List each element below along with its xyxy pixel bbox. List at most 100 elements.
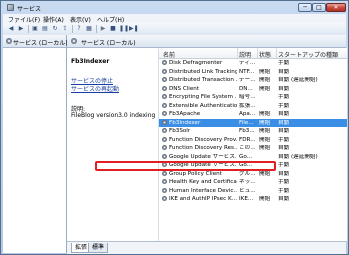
column-header-status[interactable]: 状態 bbox=[259, 50, 271, 59]
service-status: 開始 bbox=[259, 170, 271, 177]
service-startup-type: 自動 bbox=[278, 111, 290, 117]
service-name: IKE and AuthIP IPsec K... bbox=[169, 196, 237, 202]
service-startup-type: 自動 bbox=[278, 128, 290, 134]
gear-icon bbox=[162, 153, 167, 159]
service-description: ネッ... bbox=[239, 179, 256, 185]
service-row[interactable]: Fb3Apache Apa... 開始 自動 bbox=[159, 110, 347, 119]
refresh-icon[interactable]: ↻ bbox=[51, 25, 59, 33]
gear-icon bbox=[162, 170, 167, 176]
gear-icon bbox=[6, 38, 12, 44]
gear-icon bbox=[162, 68, 167, 74]
gear-icon bbox=[162, 94, 167, 99]
service-status: 開始 bbox=[259, 68, 271, 75]
column-divider[interactable] bbox=[257, 48, 258, 58]
service-status: 開始 bbox=[259, 136, 271, 143]
service-name: Group Policy Client bbox=[169, 170, 222, 177]
service-description: 暗号... bbox=[239, 94, 256, 100]
column-divider[interactable] bbox=[276, 48, 277, 58]
column-header-name[interactable]: 名前 bbox=[163, 50, 175, 59]
help-icon[interactable]: ? bbox=[75, 25, 83, 33]
service-status: 開始 bbox=[259, 128, 271, 134]
view-tabs: 拡張 標準 bbox=[67, 241, 346, 254]
service-name: Human Interface Devic... bbox=[169, 187, 237, 194]
window-title: サービス bbox=[17, 6, 42, 13]
close-button[interactable]: ✕ bbox=[326, 3, 346, 12]
service-row[interactable]: Distributed Link Tracking... NTF... 開始 自動 bbox=[159, 68, 347, 77]
back-arrow-icon[interactable]: ◀ bbox=[7, 25, 15, 33]
toolbar-separator bbox=[28, 25, 29, 33]
service-name: Fb3Solr bbox=[169, 128, 191, 134]
maximize-button[interactable]: □ bbox=[312, 3, 326, 12]
column-header-description[interactable]: 説明 bbox=[239, 50, 251, 59]
service-startup-type: 自動 bbox=[278, 170, 290, 177]
service-startup-type: 自動 bbox=[278, 68, 290, 75]
service-description: Fb3... bbox=[239, 128, 255, 134]
service-row[interactable]: DNS Client DN... 開始 自動 bbox=[159, 85, 347, 94]
service-description: IKE... bbox=[239, 196, 254, 202]
gear-icon bbox=[162, 60, 167, 65]
service-startup-type: 自動 (遅延開始) bbox=[278, 153, 318, 160]
service-description: 拡張... bbox=[239, 102, 256, 109]
stop-icon[interactable]: ■ bbox=[109, 25, 117, 33]
description-text: FileBlog version3.0 indexing server bbox=[71, 112, 157, 119]
service-name: Distributed Transaction ... bbox=[169, 77, 237, 83]
service-startup-type: 手動 bbox=[278, 102, 290, 109]
services-app-icon bbox=[7, 4, 14, 11]
tree-item-services-local[interactable]: サービス (ローカル) bbox=[3, 35, 68, 48]
service-description: Apa... bbox=[239, 111, 256, 117]
service-name: Fb3Indexer bbox=[169, 119, 201, 126]
gear-icon bbox=[162, 102, 167, 108]
selected-service-title: Fb3Indexer bbox=[71, 58, 110, 65]
service-description: Go... bbox=[239, 153, 252, 160]
properties-icon[interactable]: ▦ bbox=[85, 25, 93, 33]
service-name: Health Key and Certifica... bbox=[169, 179, 237, 185]
service-status: 開始 bbox=[259, 77, 271, 83]
service-row[interactable]: Disk Defragmenter ディ... 手動 bbox=[159, 59, 347, 68]
tab-standard[interactable]: 標準 bbox=[88, 243, 109, 253]
main-area: サービス (ローカル) サービス (ローカル) Fb3Indexer サービスの… bbox=[3, 35, 347, 254]
service-name: Google Update サービス... bbox=[169, 153, 237, 160]
pane-header-title: サービス (ローカル) bbox=[81, 40, 136, 47]
service-startup-type: 手動 bbox=[278, 162, 290, 168]
service-status: 開始 bbox=[259, 85, 271, 92]
service-row[interactable]: IKE and AuthIP IPsec K... IKE... 開始 自動 bbox=[159, 195, 347, 204]
service-row[interactable]: Distributed Transaction ... デー... 開始 自動 (遅延… bbox=[159, 76, 347, 85]
service-row[interactable]: Health Key and Certifica... ネッ... 手動 bbox=[159, 178, 347, 187]
service-row[interactable]: Function Discovery Prov... FDR... 開始 手動 bbox=[159, 136, 347, 145]
export-icon[interactable]: ⇪ bbox=[61, 25, 69, 33]
service-row[interactable]: Google Update サービス... Go... 自動 (遅延開始) bbox=[159, 153, 347, 162]
play-icon[interactable]: ▶ bbox=[99, 25, 107, 33]
service-startup-type: 自動 (遅延開始) bbox=[278, 77, 318, 83]
gear-icon bbox=[162, 145, 167, 150]
restart-service-link[interactable]: サービスの再起動 bbox=[71, 84, 119, 93]
service-row[interactable]: Extensible Authenticatio... 拡張... 手動 bbox=[159, 102, 347, 111]
service-row[interactable]: Fb3Indexer File... 開始 自動 bbox=[159, 118, 347, 127]
service-row[interactable]: Encrypting File System ... 暗号... 手動 bbox=[159, 93, 347, 102]
description-panel: Fb3Indexer サービスの停止 サービスの再起動 説明: FileBlog… bbox=[67, 48, 157, 241]
gear-icon bbox=[162, 111, 167, 116]
service-description: デー... bbox=[239, 77, 256, 83]
service-name: Fb3Apache bbox=[169, 111, 201, 117]
console-icon[interactable]: ▣ bbox=[31, 25, 39, 33]
service-description: ヒュ... bbox=[239, 187, 256, 194]
tree-item-label: サービス (ローカル) bbox=[13, 40, 68, 47]
column-divider[interactable] bbox=[237, 48, 238, 58]
list-icon[interactable]: ▤ bbox=[41, 25, 49, 33]
title-bar[interactable]: サービス ─ □ ✕ bbox=[3, 2, 346, 14]
minimize-button[interactable]: ─ bbox=[298, 3, 312, 12]
pause-icon[interactable]: ❚❚ bbox=[119, 25, 129, 33]
service-row[interactable]: Function Discovery Res... この... 開始 自動 bbox=[159, 144, 347, 153]
service-startup-type: 自動 bbox=[278, 145, 290, 151]
service-startup-type: 手動 bbox=[278, 94, 290, 100]
service-row[interactable]: Fb3Solr Fb3... 開始 自動 bbox=[159, 127, 347, 136]
services-list[interactable]: 名前 説明 状態 スタートアップの種類 Disk Defragmenter ディ.… bbox=[158, 48, 347, 241]
restart-icon[interactable]: ▶❚ bbox=[129, 25, 139, 33]
service-startup-type: 手動 bbox=[278, 187, 290, 194]
service-status: 開始 bbox=[259, 196, 271, 202]
gear-icon bbox=[162, 196, 167, 201]
gear-icon bbox=[162, 119, 167, 125]
service-row[interactable]: Human Interface Devic... ヒュ... 手動 bbox=[159, 187, 347, 196]
column-header-startup-type[interactable]: スタートアップの種類 bbox=[278, 50, 338, 59]
forward-arrow-icon[interactable]: ▶ bbox=[17, 25, 25, 33]
tree-pane: サービス (ローカル) bbox=[3, 35, 68, 253]
